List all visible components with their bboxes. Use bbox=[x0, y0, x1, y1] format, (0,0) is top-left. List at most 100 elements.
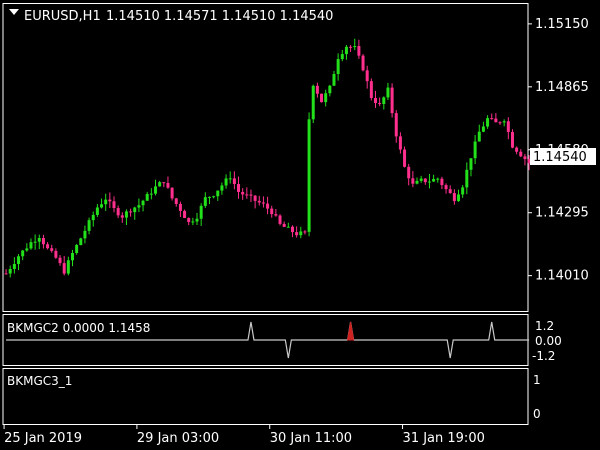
candle-body bbox=[448, 189, 452, 194]
candle-body bbox=[290, 226, 294, 233]
candle-body bbox=[158, 182, 162, 187]
candle-body bbox=[266, 203, 270, 209]
candle-body bbox=[270, 208, 274, 215]
current-price-label: 1.14540 bbox=[533, 150, 587, 165]
candle-body bbox=[452, 193, 456, 202]
time-axis: 25 Jan 2019 29 Jan 03:00 30 Jan 11:00 31 Ja… bbox=[3, 425, 485, 446]
candle-body bbox=[8, 268, 12, 274]
candle-body bbox=[427, 181, 431, 183]
candle-body bbox=[261, 202, 265, 204]
candle-body bbox=[299, 231, 303, 236]
collapse-triangle-icon[interactable] bbox=[9, 9, 19, 15]
candle-body bbox=[25, 248, 29, 251]
candle-body bbox=[494, 118, 498, 123]
candle-body bbox=[75, 245, 79, 254]
candle-body bbox=[469, 158, 473, 170]
indicator1-tick-zero: 0.00 bbox=[535, 334, 562, 348]
candle-body bbox=[295, 232, 299, 236]
candle-body bbox=[232, 178, 236, 185]
candle-body bbox=[457, 194, 461, 202]
candle-body bbox=[62, 263, 66, 274]
candle-body bbox=[46, 244, 50, 249]
candles-layer bbox=[4, 38, 531, 278]
candle-body bbox=[237, 184, 241, 192]
candle-body bbox=[12, 264, 16, 269]
candle-body bbox=[444, 185, 448, 190]
candle-body bbox=[17, 256, 21, 265]
candle-body bbox=[523, 156, 527, 160]
candle-body bbox=[120, 215, 124, 218]
candle-body bbox=[216, 190, 220, 197]
candle-body bbox=[353, 46, 357, 48]
candle-body bbox=[50, 248, 54, 251]
candle-body bbox=[440, 178, 444, 186]
candle-body bbox=[149, 193, 153, 195]
candle-body bbox=[373, 97, 377, 104]
time-tick-label: 31 Jan 19:00 bbox=[403, 431, 485, 446]
candle-body bbox=[220, 185, 224, 191]
candle-body bbox=[498, 122, 502, 124]
indicator2-tick-top: 1 bbox=[533, 373, 541, 387]
price-tick-label: 1.14295 bbox=[535, 206, 589, 221]
candle-body bbox=[249, 194, 253, 196]
candle-body bbox=[178, 203, 182, 211]
candle-body bbox=[423, 178, 427, 183]
candle-body bbox=[432, 178, 436, 182]
candle-body bbox=[195, 218, 199, 222]
candle-body bbox=[83, 230, 87, 239]
candle-body bbox=[336, 59, 340, 74]
candle-body bbox=[162, 182, 166, 184]
indicator1-tick-top: 1.2 bbox=[535, 319, 554, 333]
candle-body bbox=[124, 211, 128, 218]
candle-body bbox=[100, 204, 104, 208]
candle-body bbox=[170, 187, 174, 199]
candle-body bbox=[315, 85, 319, 94]
candle-body bbox=[411, 178, 415, 184]
current-price-tag: 1.14540 bbox=[530, 148, 596, 165]
time-tick-label: 29 Jan 03:00 bbox=[137, 431, 219, 446]
price-tick-label: 1.15150 bbox=[535, 17, 589, 32]
candle-body bbox=[274, 214, 278, 216]
candle-body bbox=[515, 147, 519, 152]
candle-body bbox=[303, 231, 307, 233]
candle-body bbox=[519, 151, 523, 157]
candle-body bbox=[490, 118, 494, 120]
candle-body bbox=[66, 260, 70, 274]
candle-body bbox=[137, 205, 141, 208]
price-panel-frame bbox=[2, 3, 529, 312]
candle-body bbox=[477, 131, 481, 142]
time-tick-label: 30 Jan 11:00 bbox=[270, 431, 352, 446]
indicator2-tick-bottom: 0 bbox=[533, 407, 541, 421]
candle-body bbox=[41, 238, 45, 245]
candle-body bbox=[183, 210, 187, 219]
candle-body bbox=[166, 182, 170, 188]
candle-body bbox=[282, 223, 286, 227]
indicator1-tick-bottom: -1.2 bbox=[532, 349, 555, 363]
candle-body bbox=[486, 118, 490, 127]
candle-body bbox=[340, 54, 344, 60]
candle-body bbox=[207, 196, 211, 198]
candle-body bbox=[203, 197, 207, 206]
candle-body bbox=[141, 200, 145, 206]
candle-body bbox=[104, 199, 108, 205]
candle-body bbox=[278, 215, 282, 224]
candle-body bbox=[436, 178, 440, 180]
candle-body bbox=[191, 221, 195, 223]
candle-body bbox=[174, 198, 178, 204]
candle-body bbox=[320, 93, 324, 103]
time-tick-label: 25 Jan 2019 bbox=[4, 431, 82, 446]
candle-body bbox=[87, 220, 91, 231]
candle-body bbox=[403, 149, 407, 167]
candle-body bbox=[461, 187, 465, 195]
candle-body bbox=[390, 87, 394, 114]
indicator2-panel-frame bbox=[2, 368, 529, 425]
candle-body bbox=[112, 201, 116, 209]
candle-body bbox=[344, 46, 348, 55]
candle-body bbox=[324, 93, 328, 103]
candle-body bbox=[394, 113, 398, 137]
candle-body bbox=[382, 97, 386, 104]
candle-body bbox=[481, 126, 485, 132]
candle-body bbox=[419, 178, 423, 181]
indicator1-label: BKMGC2 0.0000 1.1458 bbox=[7, 321, 150, 335]
candle-body bbox=[37, 238, 41, 242]
